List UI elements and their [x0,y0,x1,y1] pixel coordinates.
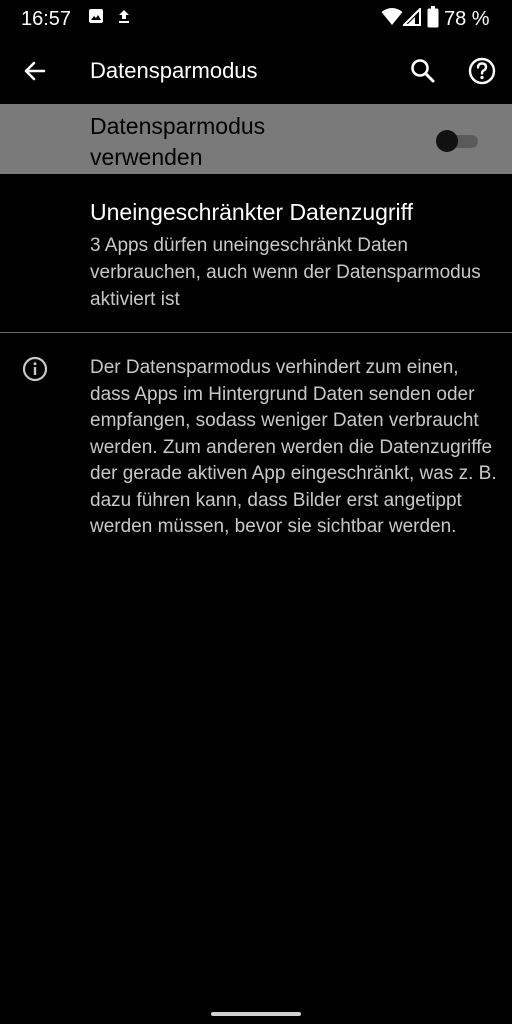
unrestricted-data-title: Uneingeschränkter Datenzugriff [90,199,414,225]
search-icon[interactable] [408,56,438,86]
status-bar: 16:57 78 % [0,0,512,38]
unrestricted-data-summary: 3 Apps dürfen uneingeschränkt Daten verb… [90,235,481,310]
switch-thumb [436,130,458,152]
back-arrow-icon[interactable] [20,56,50,86]
image-icon [89,9,103,23]
help-icon[interactable] [467,56,497,86]
status-time: 16:57 [21,8,72,30]
page-title: Datensparmodus [90,58,258,83]
battery-percent: 78 % [444,8,490,30]
signal-icon [403,8,421,26]
info-text: Der Datensparmodus verhindert zum einen,… [90,357,497,537]
data-saver-toggle-row[interactable]: Datensparmodus verwenden [0,104,512,174]
data-saver-toggle-label: Datensparmodus verwenden [90,113,266,170]
upload-icon [119,10,129,23]
navigation-handle[interactable] [211,1012,301,1016]
unrestricted-data-item[interactable]: Uneingeschränkter Datenzugriff 3 Apps dü… [0,174,512,332]
app-bar: Datensparmodus [0,38,512,104]
data-saver-switch[interactable] [436,129,480,153]
info-icon [22,356,48,382]
battery-icon [427,6,439,28]
wifi-icon [381,8,403,25]
info-footer: Der Datensparmodus verhindert zum einen,… [0,333,512,623]
